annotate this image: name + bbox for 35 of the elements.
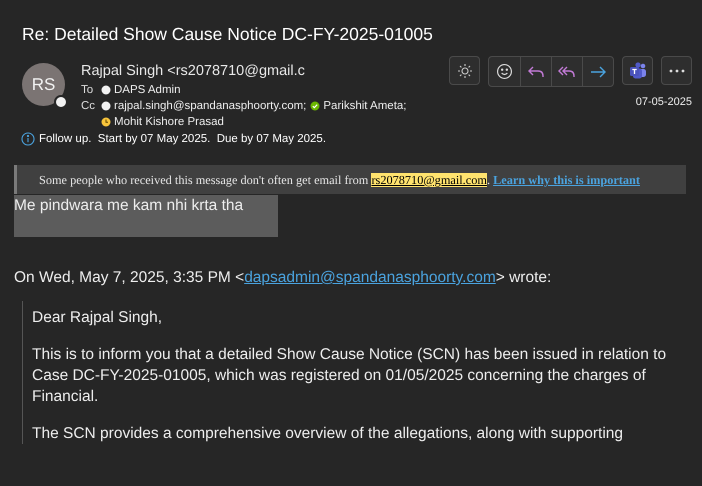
sender-name: Rajpal Singh <rs2078710@gmail.c [81, 63, 306, 79]
external-sender-warning: Some people who received this message don't often get email from rs2078710@gmail.com. Learn why this is important [14, 165, 686, 194]
forward-icon [589, 64, 607, 80]
teams-button[interactable] [622, 56, 653, 85]
sun-icon [456, 62, 472, 78]
presence-dot-icon [101, 101, 111, 111]
info-icon [21, 132, 35, 146]
more-icon [668, 68, 684, 72]
quoted-paragraph: Dear Rajpal Singh, [32, 308, 164, 328]
smiley-icon [496, 63, 513, 80]
reply-all-icon [558, 64, 576, 80]
quoted-paragraph: This is to inform you that a detailed Show Cause Notice (SCN) has been issued in relation to Case DC-FY-2025-01005, which was registered on 01/05/2025 concerning the charges of Financial. [32, 345, 668, 407]
more-button[interactable] [661, 56, 692, 85]
recipient[interactable]: Parikshit Ameta; [310, 98, 406, 114]
sun-button[interactable] [449, 56, 480, 85]
email-date: 07-05-2025 [636, 96, 692, 108]
presence-dot-icon [101, 85, 111, 95]
recipient[interactable]: DAPS Admin [101, 82, 180, 98]
email-subject: Re: Detailed Show Cause Notice DC-FY-2025-01005 [22, 24, 434, 45]
follow-up-text: Follow up. Start by 07 May 2025. Due by 07 May 2025. [39, 133, 326, 145]
recipient[interactable]: rajpal.singh@spandanasphoorty.com; [101, 98, 306, 114]
learn-why-link[interactable]: Learn why this is important [493, 173, 640, 187]
email-link[interactable]: dapsadmin@spandanasphoorty.com [244, 269, 496, 286]
recipient-label: Cc [81, 99, 95, 114]
reply-icon [527, 64, 545, 80]
recipient-label: To [81, 83, 94, 98]
quoted-paragraph: The SCN provides a comprehensive overview of the allegations, along with supporting [32, 424, 624, 444]
message-text: Me pindwara me kam nhi krta tha [14, 195, 278, 237]
teams-icon [628, 60, 648, 80]
sender-avatar: RS [22, 63, 65, 106]
quote-header: On Wed, May 7, 2025, 3:35 PM <dapsadmin@spandanasphoorty.com> wrote: [14, 268, 552, 288]
recipient[interactable]: Mohit Kishore Prasad [101, 114, 224, 130]
away-clock-icon [101, 117, 111, 127]
available-check-icon [310, 101, 320, 111]
presence-status-icon [54, 95, 68, 109]
